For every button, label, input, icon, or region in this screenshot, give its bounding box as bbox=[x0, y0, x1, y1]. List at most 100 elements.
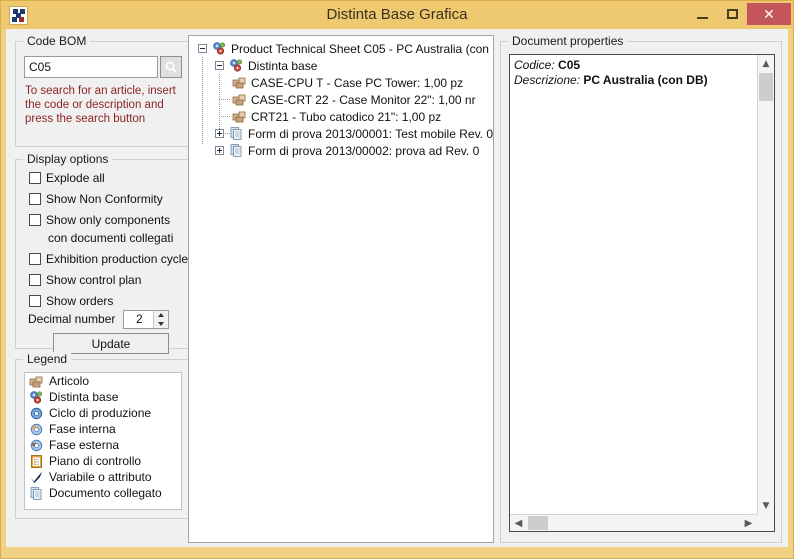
scroll-up-icon[interactable]: ▲ bbox=[758, 55, 774, 72]
checkbox-box[interactable] bbox=[29, 172, 41, 184]
legend-item-label: Piano di controllo bbox=[49, 454, 142, 468]
decimal-number-value: 2 bbox=[136, 311, 143, 326]
horizontal-scrollbar[interactable]: ◀ ▶ bbox=[510, 514, 757, 531]
maximize-button[interactable] bbox=[717, 3, 747, 25]
search-help-text: To search for an article, insert the cod… bbox=[25, 85, 176, 125]
legend-group: Legend Articolo Distinta base Ciclo di p… bbox=[15, 352, 191, 519]
search-input[interactable] bbox=[24, 56, 158, 78]
stepper-down-button[interactable] bbox=[154, 320, 168, 328]
box-icon bbox=[232, 75, 247, 90]
vertical-scroll-thumb[interactable] bbox=[759, 73, 773, 101]
display-options-title: Display options bbox=[23, 152, 113, 166]
box-icon bbox=[232, 92, 247, 107]
tree-node-label: Form di prova 2013/00001: Test mobile Re… bbox=[248, 126, 494, 141]
legend-item-label: Fase esterna bbox=[49, 438, 120, 452]
horizontal-scroll-thumb[interactable] bbox=[528, 516, 548, 530]
legend-item-label: Distinta base bbox=[49, 390, 119, 404]
tree-node-label: Product Technical Sheet C05 - PC Austral… bbox=[231, 41, 494, 56]
tree-node-form-di-prova-00001[interactable]: Form di prova 2013/00001: Test mobile Re… bbox=[189, 125, 493, 142]
components-sub-label: con documenti collegati bbox=[48, 231, 174, 245]
checkbox-box[interactable] bbox=[29, 274, 41, 286]
vertical-scrollbar[interactable]: ▲ ▼ bbox=[757, 55, 774, 514]
scroll-down-icon[interactable]: ▼ bbox=[758, 497, 774, 514]
bom-gears-icon bbox=[229, 58, 244, 73]
legend-list: Articolo Distinta base Ciclo di produzio… bbox=[24, 372, 182, 510]
legend-item-label: Ciclo di produzione bbox=[49, 406, 152, 420]
document-properties-text: Codice: C05 Descrizione: PC Australia (c… bbox=[514, 58, 754, 88]
tree-expander-minus[interactable] bbox=[198, 44, 207, 53]
document-properties-box[interactable]: Codice: C05 Descrizione: PC Australia (c… bbox=[509, 54, 775, 532]
tree-expander-minus[interactable] bbox=[215, 61, 224, 70]
caret-down-icon bbox=[158, 321, 165, 326]
code-bom-title: Code BOM bbox=[23, 34, 91, 48]
tree-expander-plus[interactable] bbox=[215, 146, 224, 155]
clipboard-icon bbox=[29, 454, 44, 469]
document-properties-title: Document properties bbox=[508, 34, 628, 48]
checkbox-show-only-components[interactable]: Show only components bbox=[29, 211, 170, 229]
doc-field-key: Descrizione: bbox=[514, 73, 581, 87]
legend-item-articolo: Articolo bbox=[25, 373, 181, 389]
legend-item-documento-collegato: Documento collegato bbox=[25, 485, 181, 501]
document-icon bbox=[229, 143, 244, 158]
decimal-number-stepper[interactable]: 2 bbox=[123, 309, 170, 329]
checkbox-box[interactable] bbox=[29, 193, 41, 205]
close-icon: ✕ bbox=[763, 6, 775, 22]
tree-node-product-technical-sheet[interactable]: Product Technical Sheet C05 - PC Austral… bbox=[189, 40, 493, 57]
tree-node-case-cpu-t[interactable]: CASE-CPU T - Case PC Tower: 1,00 pz bbox=[189, 74, 493, 91]
tree-node-distinta-base[interactable]: Distinta base bbox=[189, 57, 493, 74]
check-icon bbox=[29, 470, 44, 485]
stepper-buttons bbox=[153, 310, 169, 328]
application-window: Distinta Base Grafica ✕ Code BOM C05 To … bbox=[0, 0, 794, 559]
scroll-left-icon[interactable]: ◀ bbox=[510, 515, 527, 531]
document-properties-group: Document properties Codice: C05 Descrizi… bbox=[500, 34, 782, 543]
tree-node-crt21[interactable]: CRT21 - Tubo catodico 21": 1,00 pz bbox=[189, 108, 493, 125]
tree-expander-plus[interactable] bbox=[215, 129, 224, 138]
update-button[interactable]: Update bbox=[53, 333, 169, 354]
search-icon bbox=[165, 61, 177, 73]
close-button[interactable]: ✕ bbox=[747, 3, 791, 25]
search-button[interactable] bbox=[160, 56, 182, 78]
bom-tree: Product Technical Sheet C05 - PC Austral… bbox=[189, 40, 493, 159]
bom-gears-icon bbox=[29, 390, 44, 405]
cycle-ring-icon bbox=[29, 406, 44, 421]
display-options-group: Display options Explode all Show Non Con… bbox=[15, 152, 191, 354]
checkbox-label: Show Non Conformity bbox=[46, 192, 163, 206]
document-icon bbox=[29, 486, 44, 501]
window-title: Distinta Base Grafica bbox=[326, 6, 468, 23]
checkbox-explode-all[interactable]: Explode all bbox=[29, 169, 105, 187]
checkbox-label: Show only components bbox=[46, 213, 171, 227]
decimal-number-label: Decimal number bbox=[28, 312, 116, 326]
internal-phase-icon bbox=[29, 422, 44, 437]
legend-item-ciclo-di-produzione: Ciclo di produzione bbox=[25, 405, 181, 421]
stepper-up-button[interactable] bbox=[154, 311, 168, 319]
tree-node-label: Form di prova 2013/00002: prova ad Rev. … bbox=[248, 143, 480, 158]
checkbox-show-non-conformity[interactable]: Show Non Conformity bbox=[29, 190, 163, 208]
checkbox-box[interactable] bbox=[29, 253, 41, 265]
checkbox-show-orders[interactable]: Show orders bbox=[29, 292, 113, 310]
decimal-number-row: Decimal number 2 bbox=[28, 309, 170, 329]
tree-node-label: Distinta base bbox=[248, 58, 318, 73]
tree-node-label: CASE-CPU T - Case PC Tower: 1,00 pz bbox=[251, 75, 464, 90]
minimize-icon bbox=[696, 16, 708, 19]
tree-node-form-di-prova-00002[interactable]: Form di prova 2013/00002: prova ad Rev. … bbox=[189, 142, 493, 159]
bom-tree-panel[interactable]: Product Technical Sheet C05 - PC Austral… bbox=[188, 35, 494, 543]
bom-gears-icon bbox=[212, 41, 227, 56]
tree-node-case-crt-22[interactable]: CASE-CRT 22 - Case Monitor 22": 1,00 nr bbox=[189, 91, 493, 108]
checkbox-label: Show orders bbox=[46, 294, 114, 308]
checkbox-box[interactable] bbox=[29, 214, 41, 226]
checkbox-exhibition-production-cycle[interactable]: Exhibition production cycle bbox=[29, 250, 188, 268]
doc-field-value: PC Australia (con DB) bbox=[583, 73, 708, 87]
scrollbar-corner bbox=[757, 514, 774, 531]
legend-item-label: Documento collegato bbox=[49, 486, 162, 500]
box-icon bbox=[232, 109, 247, 124]
doc-field-value: C05 bbox=[558, 58, 581, 72]
checkbox-box[interactable] bbox=[29, 295, 41, 307]
document-icon bbox=[229, 126, 244, 141]
checkbox-show-control-plan[interactable]: Show control plan bbox=[29, 271, 141, 289]
window-controls: ✕ bbox=[687, 3, 791, 27]
title-bar: Distinta Base Grafica ✕ bbox=[1, 1, 793, 29]
scroll-right-icon[interactable]: ▶ bbox=[740, 515, 757, 531]
tree-node-label: CASE-CRT 22 - Case Monitor 22": 1,00 nr bbox=[251, 92, 476, 107]
minimize-button[interactable] bbox=[687, 3, 717, 25]
legend-item-label: Fase interna bbox=[49, 422, 116, 436]
